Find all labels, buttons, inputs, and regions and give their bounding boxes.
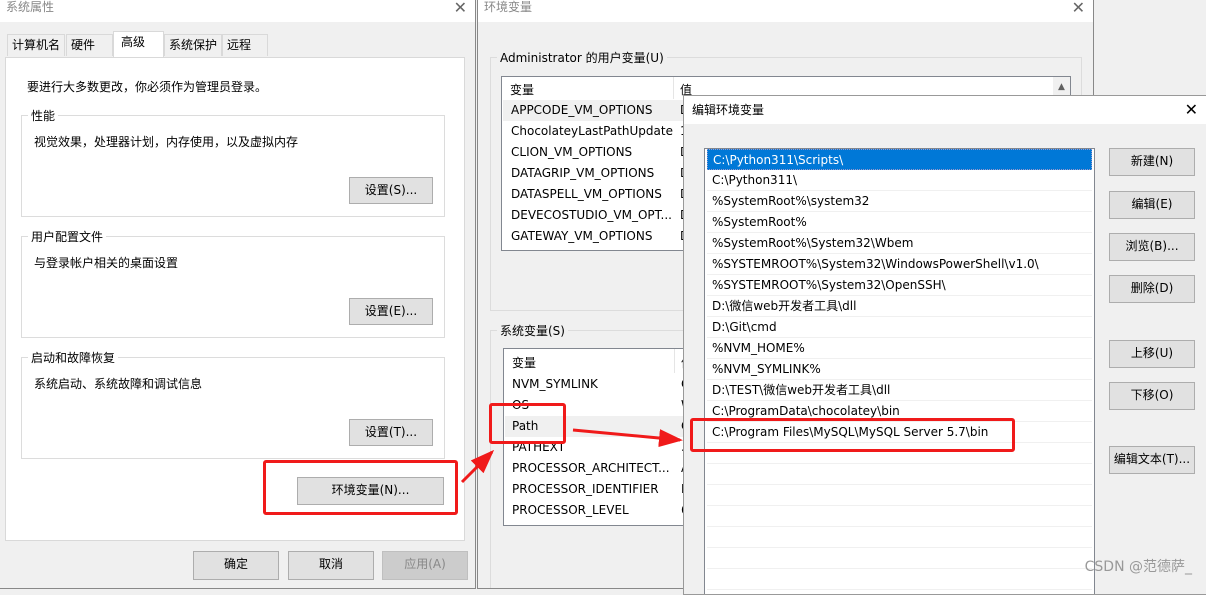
watermark: CSDN @范德萨_ <box>1084 559 1192 575</box>
arrow-to-edit-dialog <box>572 428 683 448</box>
annotation-arrows <box>460 428 683 484</box>
tab-advanced[interactable]: 高级 <box>113 31 164 57</box>
arrow-to-env-window <box>460 449 495 484</box>
